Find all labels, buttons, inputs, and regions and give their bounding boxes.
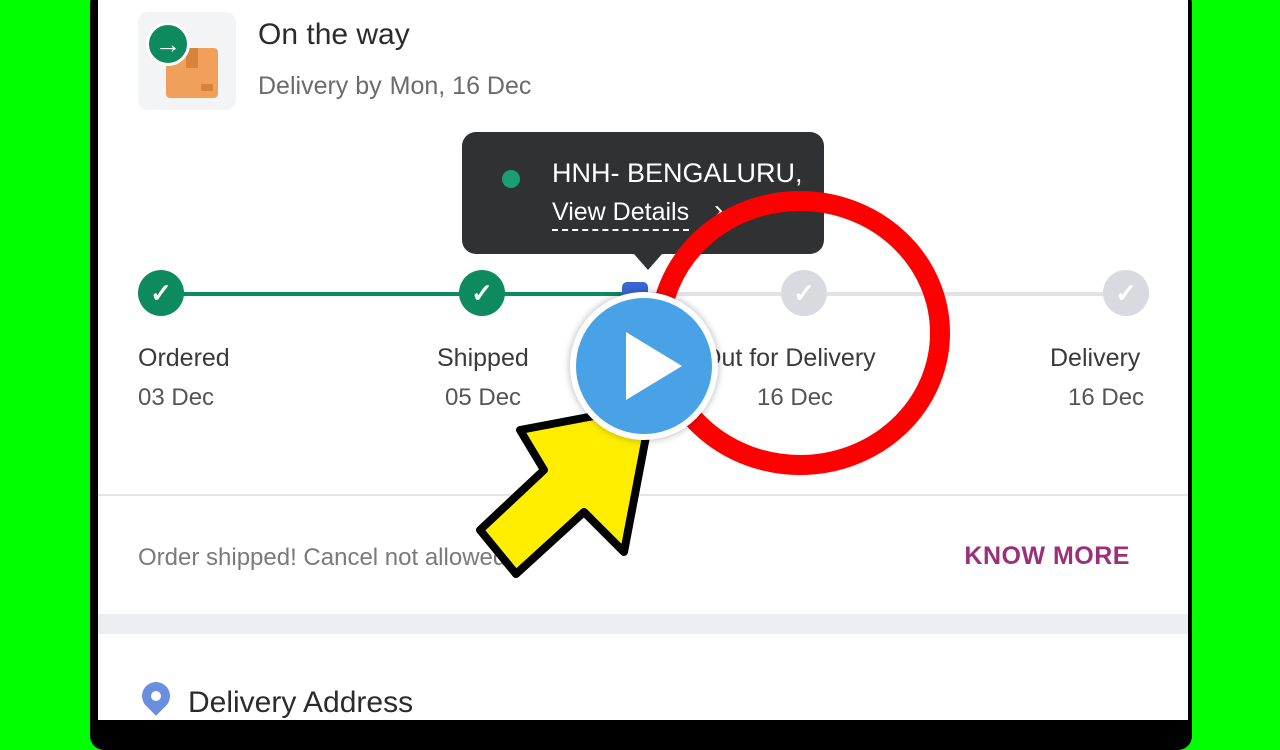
play-icon [626,332,682,400]
play-button[interactable] [570,292,718,440]
